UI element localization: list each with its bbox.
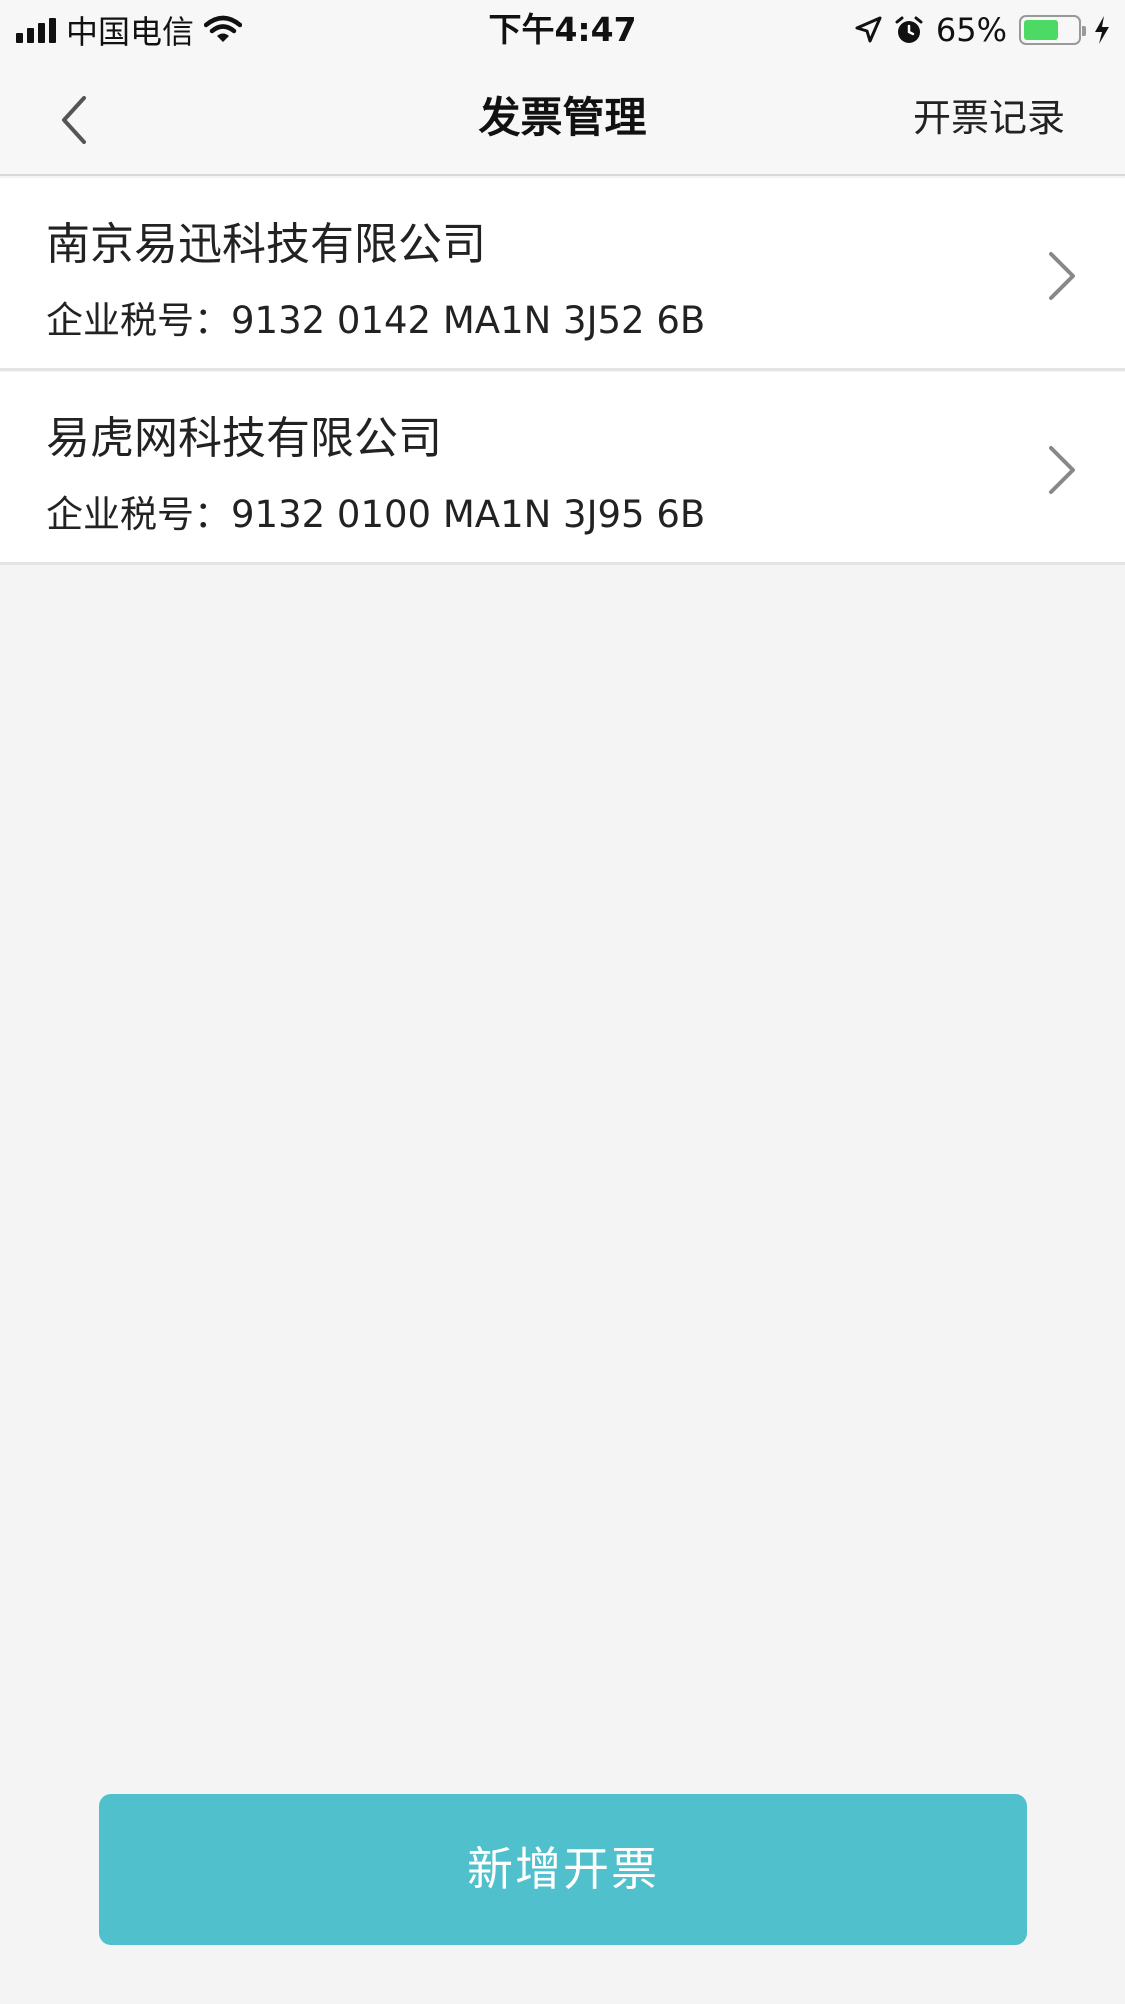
battery-percent: 65%: [935, 11, 1007, 49]
chevron-right-icon: [1049, 446, 1075, 494]
chevron-right-icon: [1049, 252, 1075, 300]
location-icon: [855, 16, 882, 43]
company-tax-number: 企业税号：9132 0142 MA1N 3J52 6B: [46, 299, 706, 342]
company-name: 易虎网科技有限公司: [46, 413, 442, 464]
company-tax-number: 企业税号：9132 0100 MA1N 3J95 6B: [46, 493, 706, 536]
invoice-records-button[interactable]: 开票记录: [913, 60, 1065, 176]
status-left: 中国电信: [16, 0, 243, 60]
battery-level-fill: [1024, 20, 1058, 40]
nav-bar: 发票管理 开票记录: [0, 60, 1125, 176]
chevron-left-icon: [62, 96, 86, 144]
carrier-label: 中国电信: [66, 13, 195, 51]
status-right: 65%: [854, 0, 1111, 60]
wifi-icon: [204, 15, 243, 42]
charging-icon: [1095, 16, 1109, 44]
alarm-icon: [895, 16, 923, 43]
signal-icon: [16, 17, 56, 43]
company-list-item[interactable]: 易虎网科技有限公司 企业税号：9132 0100 MA1N 3J95 6B: [0, 372, 1125, 565]
company-name: 南京易迅科技有限公司: [46, 219, 486, 270]
invoice-management-screen: 中国电信 下午4:47 65% 发票管理 开票记录 南京易迅科技有限公司 企业税…: [0, 0, 1125, 2004]
company-list: 南京易迅科技有限公司 企业税号：9132 0142 MA1N 3J52 6B 易…: [0, 178, 1125, 566]
back-button[interactable]: [48, 90, 108, 150]
add-invoice-button[interactable]: 新增开票: [99, 1794, 1027, 1945]
status-bar: 中国电信 下午4:47 65%: [0, 0, 1125, 60]
battery-icon: [1019, 15, 1086, 45]
company-list-item[interactable]: 南京易迅科技有限公司 企业税号：9132 0142 MA1N 3J52 6B: [0, 178, 1125, 371]
